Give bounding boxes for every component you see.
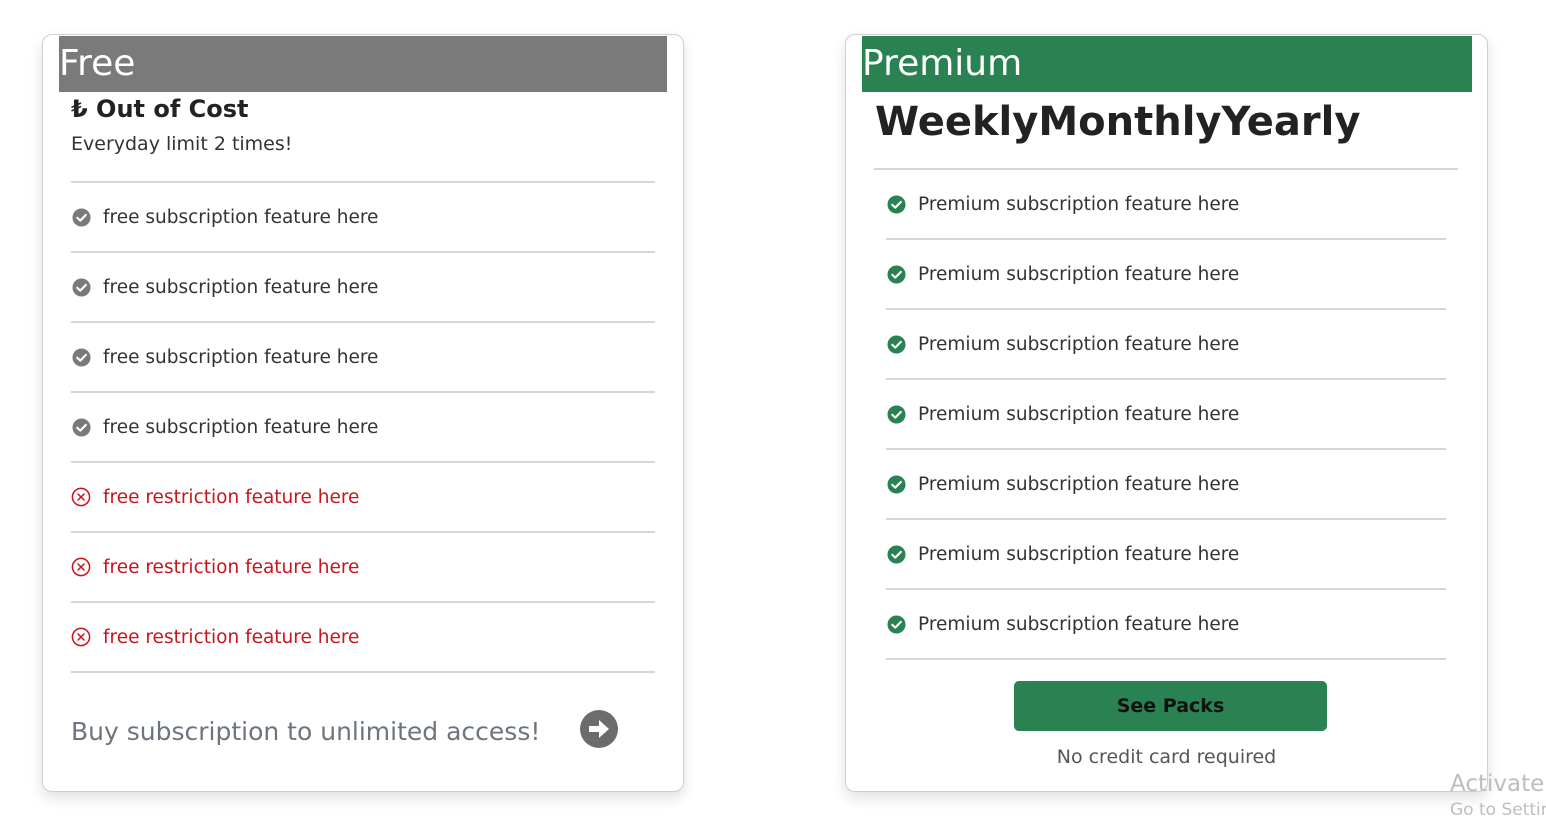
billing-periods: WeeklyMonthlyYearly [875,99,1360,145]
period-yearly[interactable]: Yearly [1222,99,1361,145]
feature-item: Premium subscription feature here [886,240,1446,310]
feature-item: Premium subscription feature here [886,590,1446,660]
check-circle-icon [886,334,906,354]
restriction-item: free restriction feature here [71,603,655,673]
feature-text: Premium subscription feature here [918,613,1240,635]
period-monthly[interactable]: Monthly [1038,99,1221,145]
feature-text: free subscription feature here [103,206,379,228]
check-circle-icon [886,404,906,424]
feature-item: Premium subscription feature here [886,170,1446,240]
restriction-item: free restriction feature here [71,533,655,603]
check-circle-icon [886,614,906,634]
feature-text: Premium subscription feature here [918,333,1240,355]
feature-text: free restriction feature here [103,486,360,508]
free-plan-limit: Everyday limit 2 times! [71,133,293,155]
feature-text: free restriction feature here [103,556,360,578]
feature-text: free subscription feature here [103,276,379,298]
feature-item: free subscription feature here [71,393,655,463]
buy-subscription-button[interactable] [579,709,619,749]
watermark-line-2: Go to Settin [1450,800,1546,820]
check-circle-icon [886,474,906,494]
check-circle-icon [886,194,906,214]
premium-plan-title: Premium [862,36,1472,92]
restriction-item: free restriction feature here [71,463,655,533]
premium-plan-card: Premium WeeklyMonthlyYearly Premium subs… [845,34,1488,792]
check-circle-icon [71,347,91,367]
buy-subscription-text: Buy subscription to unlimited access! [71,717,541,746]
x-circle-icon [71,487,91,507]
x-circle-icon [71,627,91,647]
feature-item: Premium subscription feature here [886,450,1446,520]
feature-text: Premium subscription feature here [918,403,1240,425]
no-credit-card-note: No credit card required [1056,746,1277,768]
feature-item: Premium subscription feature here [886,310,1446,380]
check-circle-icon [886,544,906,564]
free-feature-list: free subscription feature here free subsc… [71,183,655,673]
check-circle-icon [71,207,91,227]
feature-text: Premium subscription feature here [918,473,1240,495]
period-weekly[interactable]: Weekly [875,99,1038,145]
feature-text: free restriction feature here [103,626,360,648]
feature-text: Premium subscription feature here [918,543,1240,565]
feature-item: free subscription feature here [71,323,655,393]
feature-item: free subscription feature here [71,183,655,253]
feature-item: Premium subscription feature here [886,380,1446,450]
arrow-right-circle-icon [580,710,618,748]
free-plan-price: ₺ Out of Cost [71,95,249,123]
activate-windows-watermark: Activate Go to Settin [1450,770,1546,822]
see-packs-button[interactable]: See Packs [1014,681,1327,731]
free-plan-title: Free [59,36,667,92]
feature-text: Premium subscription feature here [918,193,1240,215]
x-circle-icon [71,557,91,577]
feature-text: Premium subscription feature here [918,263,1240,285]
check-circle-icon [886,264,906,284]
watermark-line-1: Activate [1450,771,1545,797]
free-plan-card: Free ₺ Out of Cost Everyday limit 2 time… [42,34,684,792]
feature-text: free subscription feature here [103,416,379,438]
check-circle-icon [71,417,91,437]
check-circle-icon [71,277,91,297]
feature-item: free subscription feature here [71,253,655,323]
premium-feature-list: Premium subscription feature here Premium… [886,170,1446,660]
feature-item: Premium subscription feature here [886,520,1446,590]
feature-text: free subscription feature here [103,346,379,368]
